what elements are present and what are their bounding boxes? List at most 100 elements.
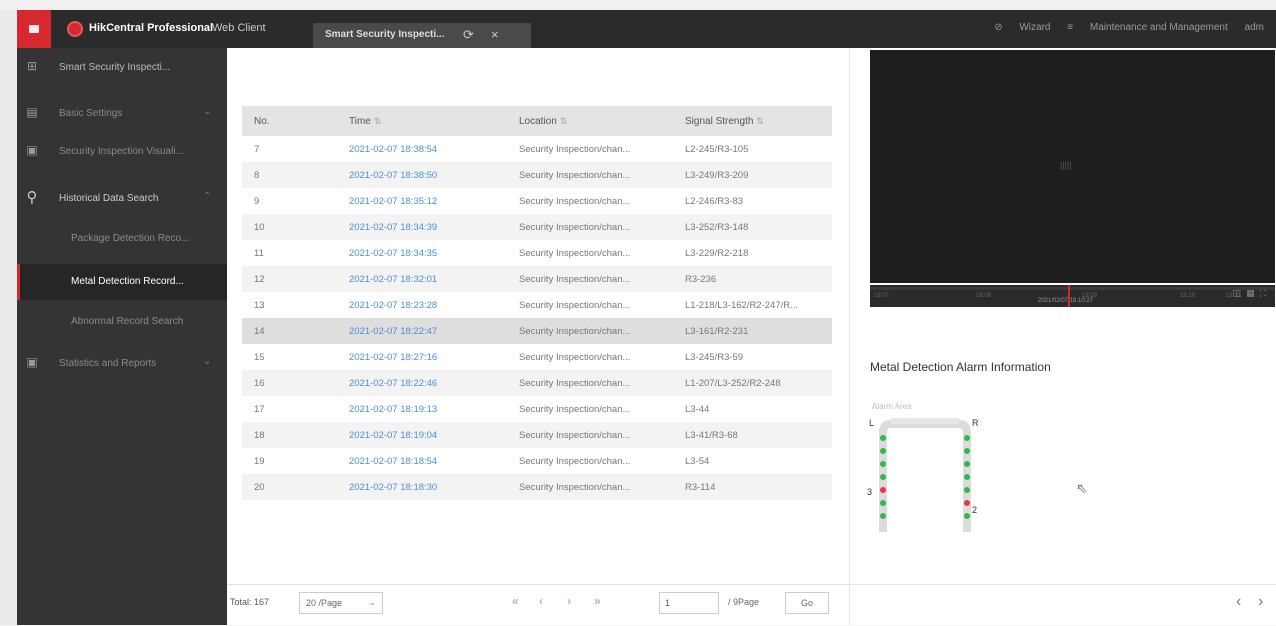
table-row[interactable]: 19 2021-02-07 18:18:54 Security Inspection…	[242, 448, 832, 474]
cell-signal: L3-252/R3-148	[673, 214, 832, 240]
cell-time[interactable]: 2021-02-07 18:34:39	[337, 214, 507, 240]
capture-icon[interactable]: ◫	[1233, 288, 1247, 298]
column-header-location[interactable]: Location ⇅	[507, 106, 673, 136]
sensor-dot-green	[964, 435, 970, 441]
cell-time[interactable]: 2021-02-07 18:19:13	[337, 396, 507, 422]
sensor-dot-green	[964, 513, 970, 519]
sidebar-item-statistics[interactable]: ▣ Statistics and Reports ⌄	[17, 346, 227, 382]
sort-icon[interactable]: ⇅	[374, 116, 382, 126]
cell-time[interactable]: 2021-02-07 18:32:01	[337, 266, 507, 292]
table-row[interactable]: 7 2021-02-07 18:38:54 Security Inspection/…	[242, 136, 832, 162]
cell-no: 16	[242, 370, 337, 396]
page-size-select[interactable]: 20 /Page ⌄	[299, 592, 383, 614]
cell-time[interactable]: 2021-02-07 18:23:28	[337, 292, 507, 318]
sidebar-module-header: ⊞ Smart Security Inspecti...	[17, 50, 227, 86]
sidebar-module-label: Smart Security Inspecti...	[59, 62, 171, 73]
cell-signal: R3-236	[673, 266, 832, 292]
close-icon[interactable]: ×	[491, 27, 499, 42]
prev-alarm-icon[interactable]: ‹	[1236, 593, 1241, 611]
playback-timeline[interactable]: 16:07 18:08 18:09 18:10 18:11 2021/02/07…	[870, 285, 1275, 307]
chevron-down-icon: ⌄	[203, 106, 212, 117]
maintenance-label: Maintenance and Management	[1089, 22, 1228, 33]
cell-time[interactable]: 2021-02-07 18:34:35	[337, 240, 507, 266]
cell-location: Security Inspection/chan...	[507, 422, 673, 448]
sidebar-item-package-detection[interactable]: Package Detection Reco...	[17, 221, 227, 257]
tab-smart-security[interactable]: Smart Security Inspecti... ⟳ ×	[313, 23, 531, 48]
sidebar-item-label: Statistics and Reports	[59, 358, 157, 369]
table-row[interactable]: 16 2021-02-07 18:22:46 Security Inspection…	[242, 370, 832, 396]
cell-signal: L2-245/R3-105	[685, 143, 749, 155]
table-row[interactable]: 11 2021-02-07 18:34:35 Security Inspection…	[242, 240, 832, 266]
detail-panel: ||||| 16:07 18:08 18:09 18:10 18:11 2021…	[849, 48, 1276, 625]
cell-no: 9	[254, 195, 260, 207]
alarm-dot-red	[880, 487, 886, 493]
cell-time[interactable]: 2021-02-07 18:38:54	[337, 136, 507, 162]
column-header-time[interactable]: Time ⇅	[337, 106, 507, 136]
table-row[interactable]: 12 2021-02-07 18:32:01 Security Inspection…	[242, 266, 832, 292]
last-page-icon[interactable]: »	[594, 594, 601, 608]
chevron-down-icon: ⌄	[368, 597, 376, 607]
cell-time[interactable]: 2021-02-07 18:18:30	[337, 474, 507, 500]
cell-time[interactable]: 2021-02-07 18:19:04	[337, 422, 507, 448]
table-row[interactable]: 9 2021-02-07 18:35:12 Security Inspection/…	[242, 188, 832, 214]
cell-signal: L3-44	[685, 403, 710, 415]
cell-time[interactable]: 2021-02-07 18:38:50	[337, 162, 507, 188]
column-header-signal[interactable]: Signal Strength ⇅	[673, 106, 832, 136]
sidebar-item-historical-search[interactable]: ⚲ Historical Data Search ⌃	[17, 181, 227, 217]
table-row[interactable]: 18 2021-02-07 18:19:04 Security Inspection…	[242, 422, 832, 448]
sidebar-item-metal-detection[interactable]: Metal Detection Record...	[17, 264, 227, 300]
cell-location: Security Inspection/chan...	[507, 474, 673, 500]
gate-right-label: R	[972, 418, 979, 428]
cell-signal: R3-114	[673, 474, 832, 500]
column-label: Time	[349, 115, 371, 127]
refresh-icon[interactable]: ⟳	[463, 27, 474, 43]
sidebar-item-basic-settings[interactable]: ▤ Basic Settings ⌄	[17, 96, 227, 132]
sidebar-item-abnormal-record[interactable]: Abnormal Record Search	[17, 304, 227, 340]
next-page-icon[interactable]: ›	[567, 594, 571, 608]
cell-no: 18	[242, 422, 337, 448]
table-row[interactable]: 20 2021-02-07 18:18:30 Security Inspection…	[242, 474, 832, 500]
cell-time[interactable]: 2021-02-07 18:18:54	[337, 448, 507, 474]
sort-icon[interactable]: ⇅	[756, 116, 764, 126]
prev-page-icon[interactable]: ‹	[539, 594, 543, 608]
cell-signal: L3-245/R3-59	[685, 351, 744, 363]
sensor-dot-green	[880, 474, 886, 480]
cell-signal: L3-161/R2-231	[673, 318, 832, 344]
wizard-label: Wizard	[1019, 22, 1051, 33]
column-label: Location	[519, 115, 557, 127]
table-row[interactable]: 8 2021-02-07 18:38:50 Security Inspection/…	[242, 162, 832, 188]
chevron-down-icon: ⌄	[203, 356, 212, 367]
cell-time[interactable]: 2021-02-07 18:22:47	[337, 318, 507, 344]
maintenance-link[interactable]: ≡ Maintenance and Management	[1067, 22, 1228, 33]
sort-icon[interactable]: ⇅	[560, 116, 568, 126]
fullscreen-icon[interactable]: ⛶	[1260, 288, 1271, 298]
first-page-icon[interactable]: «	[512, 594, 519, 608]
next-alarm-icon[interactable]: ›	[1258, 593, 1263, 611]
table-row[interactable]: 15 2021-02-07 18:27:16 Security Inspection…	[242, 344, 832, 370]
cell-no: 12	[242, 266, 337, 292]
cell-no: 20	[242, 474, 337, 500]
wizard-link[interactable]: ⊘ Wizard	[994, 22, 1050, 33]
grid-icon[interactable]: ▦	[1246, 288, 1260, 298]
cell-time[interactable]: 2021-02-07 18:22:46	[337, 370, 507, 396]
playback-controls[interactable]: ◫▦⛶	[1233, 288, 1271, 299]
page-number-input[interactable]: 1	[659, 592, 719, 614]
cell-time[interactable]: 2021-02-07 18:35:12	[337, 188, 507, 214]
video-player[interactable]: ||||| 16:07 18:08 18:09 18:10 18:11 2021…	[870, 50, 1275, 307]
sidebar-item-security-visualization[interactable]: ▣ Security Inspection Visuali...	[17, 134, 227, 170]
cell-location: Security Inspection/chan...	[519, 403, 631, 415]
tab-label: Smart Security Inspecti...	[325, 29, 445, 40]
user-menu[interactable]: adm	[1245, 22, 1264, 33]
gate-drawing	[879, 418, 971, 532]
sensor-dot-green	[880, 448, 886, 454]
alarm-dot-red	[964, 500, 970, 506]
go-button[interactable]: Go	[785, 592, 829, 614]
cell-time[interactable]: 2021-02-07 18:27:16	[337, 344, 507, 370]
menu-icon	[29, 25, 39, 33]
cell-no: 15	[254, 351, 265, 363]
table-row[interactable]: 17 2021-02-07 18:19:13 Security Inspection…	[242, 396, 832, 422]
menu-button[interactable]	[17, 10, 51, 48]
table-row[interactable]: 14 2021-02-07 18:22:47 Security Inspection…	[242, 318, 832, 344]
table-row[interactable]: 10 2021-02-07 18:34:39 Security Inspection…	[242, 214, 832, 240]
table-row[interactable]: 13 2021-02-07 18:23:28 Security Inspection…	[242, 292, 832, 318]
